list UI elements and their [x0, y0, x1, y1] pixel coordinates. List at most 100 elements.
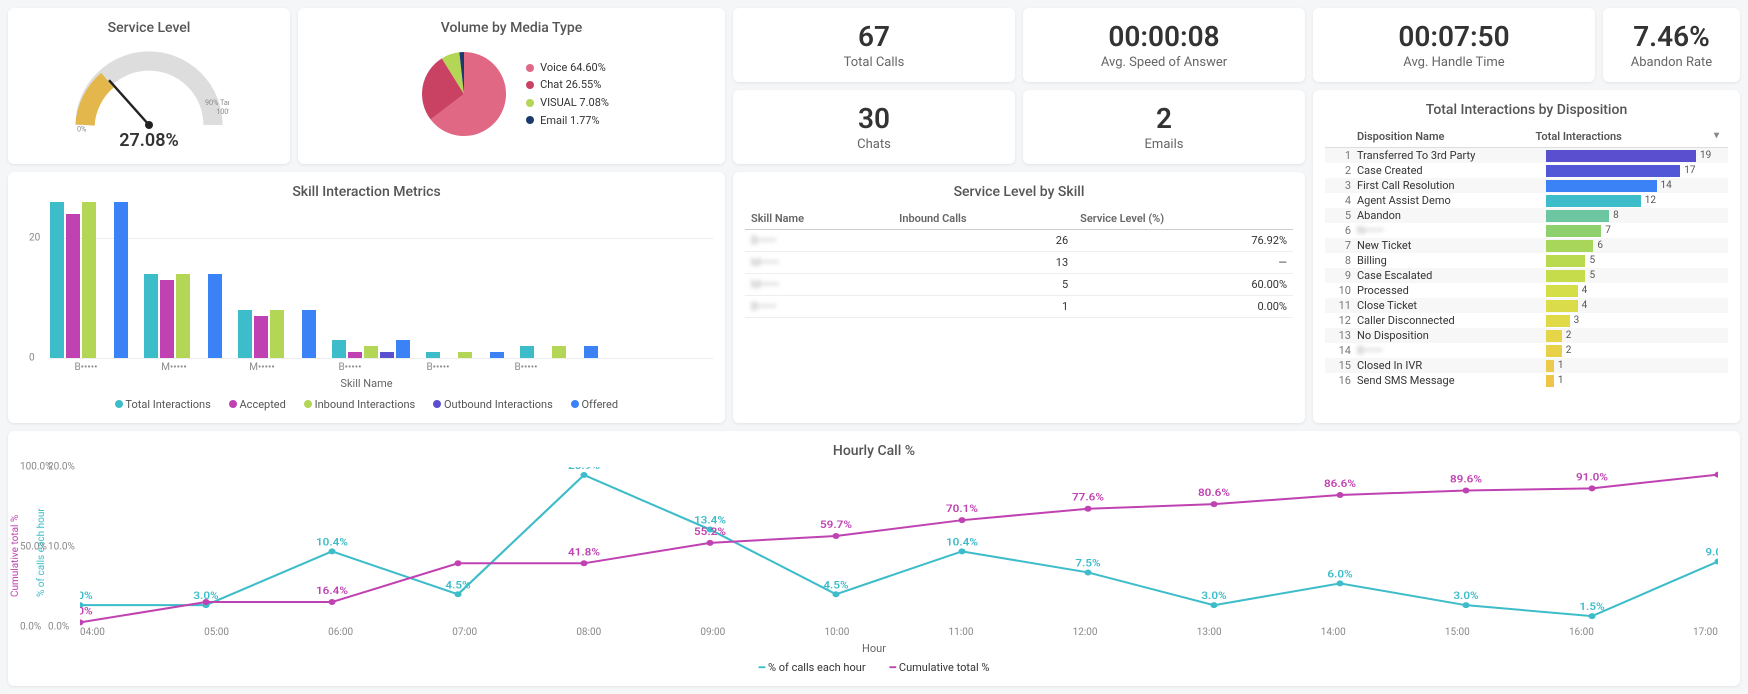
svg-text:3.0%: 3.0% — [1201, 590, 1226, 602]
disposition-row[interactable]: 9Case Escalated5 — [1325, 268, 1728, 283]
col-inbound-calls[interactable]: Inbound Calls — [893, 208, 1074, 230]
col-service-level[interactable]: Service Level (%) — [1074, 208, 1293, 230]
volume-media-title: Volume by Media Type — [310, 20, 713, 36]
svg-text:9.0%: 9.0% — [1705, 546, 1718, 558]
skill-metrics-title: Skill Interaction Metrics — [20, 184, 713, 200]
bar[interactable] — [208, 274, 222, 358]
bar[interactable] — [584, 346, 598, 358]
col-total-interactions[interactable]: Total Interactions — [1536, 130, 1715, 143]
bar[interactable] — [270, 310, 284, 358]
table-row[interactable]: B•••••2676.92% — [745, 230, 1293, 252]
bar[interactable] — [176, 274, 190, 358]
hourly-y1-title: % of calls each hour — [36, 508, 47, 597]
bar[interactable] — [238, 310, 252, 358]
bar-group — [144, 274, 222, 358]
disposition-row[interactable]: 10Processed4 — [1325, 283, 1728, 298]
svg-text:86.6%: 86.6% — [1324, 478, 1356, 490]
media-pie-chart — [414, 44, 514, 144]
svg-text:3.0%: 3.0% — [1453, 590, 1478, 602]
disposition-row[interactable]: 7New Ticket6 — [1325, 238, 1728, 253]
kpi-value: 00:00:08 — [1035, 20, 1293, 53]
svg-text:100%: 100% — [216, 107, 229, 116]
table-row[interactable]: M•••••13— — [745, 252, 1293, 274]
svg-text:77.6%: 77.6% — [1072, 492, 1104, 504]
disposition-row[interactable]: 4Agent Assist Demo12 — [1325, 193, 1728, 208]
card-hourly: Hourly Call % 0.0%10.0%20.0% 0.0%50.0%10… — [8, 431, 1740, 686]
legend-cumulative: Cumulative total % — [899, 661, 990, 674]
bar[interactable] — [380, 352, 394, 358]
kpi-label: Emails — [1035, 137, 1293, 152]
kpi-label: Chats — [745, 137, 1003, 152]
hourly-legend: ━ % of calls each hour ━ Cumulative tota… — [20, 661, 1728, 674]
bar[interactable] — [50, 202, 64, 358]
svg-text:100.0%: 100.0% — [1699, 467, 1718, 469]
card-volume-media: Volume by Media Type Voice 64.60%Chat 26… — [298, 8, 725, 164]
disposition-row[interactable]: 3First Call Resolution14 — [1325, 178, 1728, 193]
kpi-label: Avg. Speed of Answer — [1035, 55, 1293, 70]
bar[interactable] — [396, 340, 410, 358]
bar[interactable] — [254, 316, 268, 358]
disposition-row[interactable]: 15Closed In IVR1 — [1325, 358, 1728, 373]
disposition-row[interactable]: 5Abandon8 — [1325, 208, 1728, 223]
hourly-xlabel: Hour — [20, 642, 1728, 655]
bar[interactable] — [458, 352, 472, 358]
disposition-row[interactable]: 11Close Ticket4 — [1325, 298, 1728, 313]
bar[interactable] — [114, 202, 128, 358]
bar[interactable] — [364, 346, 378, 358]
bar-group — [50, 202, 128, 358]
service-level-title: Service Level — [20, 20, 278, 36]
col-disposition-name[interactable]: Disposition Name — [1357, 130, 1536, 143]
svg-text:6.0%: 6.0% — [1327, 568, 1352, 580]
disposition-title: Total Interactions by Disposition — [1325, 102, 1728, 118]
bar[interactable] — [144, 274, 158, 358]
bar-group — [520, 346, 598, 358]
bar[interactable] — [302, 310, 316, 358]
bar[interactable] — [520, 346, 534, 358]
bar[interactable] — [490, 352, 504, 358]
disposition-row[interactable]: 14B•••••2 — [1325, 343, 1728, 358]
sl-by-skill-table: Skill Name Inbound Calls Service Level (… — [745, 208, 1293, 318]
bar[interactable] — [348, 352, 362, 358]
bar-legend-item: Offered — [571, 398, 618, 411]
bar[interactable] — [552, 346, 566, 358]
bar[interactable] — [66, 214, 80, 358]
bar[interactable] — [332, 340, 346, 358]
pie-legend-item: VISUAL 7.08% — [526, 94, 609, 112]
disposition-row[interactable]: 8Billing5 — [1325, 253, 1728, 268]
sl-by-skill-title: Service Level by Skill — [745, 184, 1293, 200]
bar[interactable] — [426, 352, 440, 358]
svg-text:16.4%: 16.4% — [316, 585, 348, 597]
disposition-row[interactable]: 6N•••••7 — [1325, 223, 1728, 238]
bar-group — [238, 310, 316, 358]
svg-text:59.7%: 59.7% — [820, 519, 852, 531]
disposition-row[interactable]: 12Caller Disconnected3 — [1325, 313, 1728, 328]
kpi-asa: 00:00:08 Avg. Speed of Answer — [1023, 8, 1305, 82]
bar-legend-item: Inbound Interactions — [304, 398, 415, 411]
disposition-row[interactable]: 2Case Created17 — [1325, 163, 1728, 178]
chevron-down-icon[interactable]: ▾ — [1714, 130, 1726, 143]
kpi-label: Total Calls — [745, 55, 1003, 70]
bar[interactable] — [82, 202, 96, 358]
kpi-abandon-rate: 7.46% Abandon Rate — [1603, 8, 1740, 82]
disposition-row[interactable]: 1Transferred To 3rd Party19 — [1325, 148, 1728, 163]
service-level-value: 27.08% — [119, 130, 179, 151]
svg-text:1.5%: 1.5% — [1579, 601, 1604, 613]
svg-text:89.6%: 89.6% — [1450, 473, 1482, 485]
svg-text:4.5%: 4.5% — [823, 579, 848, 591]
svg-text:0%: 0% — [77, 124, 86, 133]
col-skill-name[interactable]: Skill Name — [745, 208, 893, 230]
disposition-row[interactable]: 16Send SMS Message1 — [1325, 373, 1728, 388]
hourly-line-chart: 3.0%3.0%10.4%4.5%20.9%13.4%4.5%10.4%7.5%… — [80, 467, 1718, 627]
bar[interactable] — [160, 280, 174, 358]
svg-text:4.5%: 4.5% — [445, 579, 470, 591]
card-disposition: Total Interactions by Disposition Dispos… — [1313, 90, 1740, 423]
table-row[interactable]: B•••••10.00% — [745, 296, 1293, 318]
bar-legend-item: Outbound Interactions — [433, 398, 553, 411]
kpi-value: 7.46% — [1615, 20, 1728, 53]
svg-text:7.5%: 7.5% — [1075, 557, 1100, 569]
pie-legend-item: Voice 64.60% — [526, 59, 609, 77]
disposition-row[interactable]: 13No Disposition2 — [1325, 328, 1728, 343]
table-row[interactable]: M•••••560.00% — [745, 274, 1293, 296]
kpi-value: 67 — [745, 20, 1003, 53]
kpi-chats: 30 Chats — [733, 90, 1015, 164]
